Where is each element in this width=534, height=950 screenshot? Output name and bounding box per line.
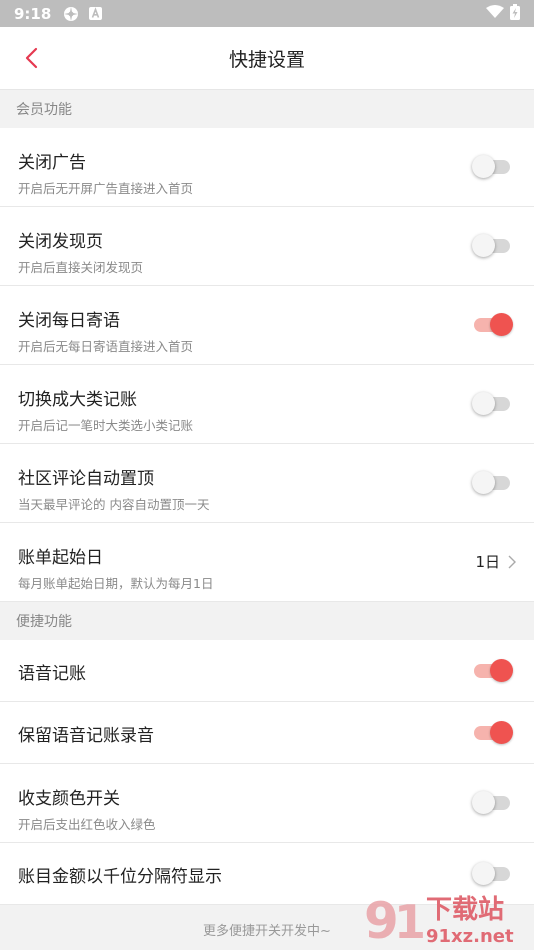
setting-description: 当天最早评论的 内容自动置顶一天 (18, 497, 210, 512)
setting-label: 保留语音记账录音 (18, 726, 154, 746)
toggle-switch[interactable] (474, 659, 513, 682)
setting-description: 开启后直接关闭发现页 (18, 260, 144, 275)
setting-close-daily-message: 关闭每日寄语 开启后无每日寄语直接进入首页 (0, 286, 534, 365)
toggle-knob (472, 155, 495, 178)
watermark-domain: 91xz.net (426, 926, 514, 947)
setting-label: 关闭广告 (18, 153, 86, 173)
setting-label: 账目金额以千位分隔符显示 (18, 867, 222, 887)
toggle-knob (472, 392, 495, 415)
page-title: 快捷设置 (228, 48, 305, 71)
setting-label: 语音记账 (18, 664, 86, 684)
toggle-switch[interactable] (472, 392, 510, 415)
watermark-logo: 9 1 下载站 91xz.net (364, 892, 514, 948)
status-bar: 9:18 (0, 0, 534, 27)
setting-label: 社区评论自动置顶 (18, 469, 154, 489)
setting-bill-start-day[interactable]: 账单起始日 每月账单起始日期，默认为每月1日 1日 (0, 523, 534, 602)
setting-label: 收支颜色开关 (18, 789, 120, 809)
setting-keep-voice-recording: 保留语音记账录音 (0, 702, 534, 764)
setting-description: 开启后无开屏广告直接进入首页 (18, 181, 194, 196)
setting-close-ads: 关闭广告 开启后无开屏广告直接进入首页 (0, 128, 534, 207)
toggle-switch[interactable] (472, 155, 510, 178)
toggle-knob (490, 313, 513, 336)
start-day-selector[interactable]: 1日 (475, 551, 516, 572)
setting-comment-pin: 社区评论自动置顶 当天最早评论的 内容自动置顶一天 (0, 444, 534, 523)
setting-close-discover: 关闭发现页 开启后直接关闭发现页 (0, 207, 534, 286)
toggle-switch[interactable] (474, 721, 513, 744)
app-a-icon (89, 7, 103, 20)
status-time: 9:18 (14, 4, 52, 23)
toggle-knob (490, 721, 513, 744)
svg-text:1: 1 (394, 895, 426, 948)
setting-voice-bookkeeping: 语音记账 (0, 640, 534, 702)
chevron-right-icon (508, 555, 516, 568)
toggle-switch[interactable] (472, 862, 510, 885)
setting-category-mode: 切换成大类记账 开启后记一笔时大类选小类记账 (0, 365, 534, 444)
toggle-switch[interactable] (472, 471, 510, 494)
wifi-icon (486, 4, 504, 23)
setting-label: 账单起始日 (18, 548, 103, 568)
battery-charging-icon (510, 3, 520, 24)
chevron-left-icon (25, 47, 38, 69)
setting-description: 开启后记一笔时大类选小类记账 (18, 418, 194, 433)
setting-income-expense-color: 收支颜色开关 开启后支出红色收入绿色 (0, 764, 534, 843)
toggle-knob (472, 791, 495, 814)
settings-gear-icon (63, 6, 79, 22)
setting-description: 开启后无每日寄语直接进入首页 (18, 339, 194, 354)
toggle-knob (472, 862, 495, 885)
watermark-text: 下载站 (426, 895, 504, 925)
section-header-member: 会员功能 (0, 90, 534, 128)
setting-label: 切换成大类记账 (18, 390, 137, 410)
top-bar: 快捷设置 (0, 27, 534, 90)
toggle-knob (490, 659, 513, 682)
start-day-value: 1日 (475, 553, 500, 571)
toggle-knob (472, 234, 495, 257)
toggle-switch[interactable] (472, 234, 510, 257)
toggle-switch[interactable] (472, 791, 510, 814)
back-button[interactable] (16, 43, 46, 73)
setting-description: 每月账单起始日期，默认为每月1日 (18, 576, 214, 591)
setting-description: 开启后支出红色收入绿色 (18, 817, 156, 832)
toggle-switch[interactable] (474, 313, 513, 336)
toggle-knob (472, 471, 495, 494)
setting-label: 关闭每日寄语 (18, 311, 120, 331)
section-header-convenience: 便捷功能 (0, 602, 534, 640)
setting-label: 关闭发现页 (18, 232, 103, 252)
